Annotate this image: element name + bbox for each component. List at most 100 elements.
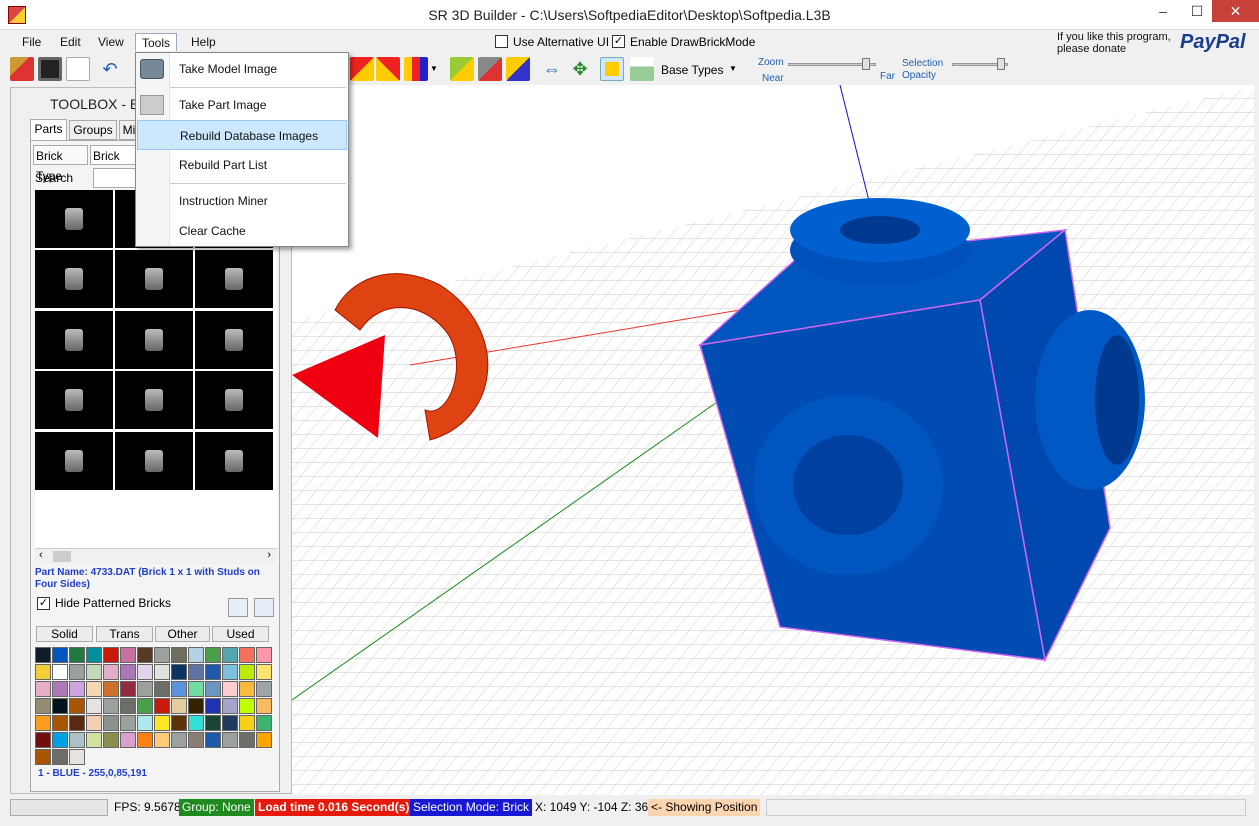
color-tab-solid[interactable]: Solid — [36, 626, 93, 642]
color-swatch[interactable] — [69, 715, 85, 731]
color-swatch[interactable] — [154, 698, 170, 714]
tab-parts[interactable]: Parts — [30, 119, 67, 141]
color-swatch[interactable] — [137, 698, 153, 714]
color-swatch[interactable] — [222, 732, 238, 748]
scroll-right-icon[interactable]: › — [267, 549, 271, 561]
brick-tool-icon-3[interactable] — [404, 57, 428, 81]
paypal-logo[interactable]: PayPal — [1180, 31, 1246, 54]
zoom-slider-thumb[interactable] — [861, 58, 870, 70]
color-swatch[interactable] — [154, 681, 170, 697]
color-swatch[interactable] — [222, 647, 238, 663]
color-tab-trans[interactable]: Trans — [96, 626, 153, 642]
color-swatch[interactable] — [120, 681, 136, 697]
part-thumbnail[interactable] — [35, 310, 113, 369]
brick-type-select[interactable]: Brick — [90, 145, 136, 165]
color-swatch[interactable] — [239, 715, 255, 731]
part-thumbnail[interactable] — [35, 431, 113, 490]
color-swatch[interactable] — [154, 647, 170, 663]
color-swatch[interactable] — [86, 715, 102, 731]
move-all-icon[interactable]: ✥ — [568, 57, 592, 81]
color-swatch[interactable] — [86, 647, 102, 663]
part-thumbnail[interactable] — [35, 250, 113, 309]
color-swatch[interactable] — [69, 698, 85, 714]
color-swatch[interactable] — [137, 664, 153, 680]
part-thumbnail[interactable] — [195, 250, 273, 309]
chevron-down-icon[interactable]: ▼ — [430, 64, 438, 73]
menu-item-clear-cache[interactable]: Clear Cache — [137, 216, 347, 246]
color-swatch[interactable] — [188, 698, 204, 714]
color-swatch[interactable] — [52, 749, 68, 765]
color-swatch[interactable] — [256, 647, 272, 663]
menu-view[interactable]: View — [92, 33, 130, 51]
color-swatch[interactable] — [120, 647, 136, 663]
color-swatch[interactable] — [86, 681, 102, 697]
brick-tool-icon-5[interactable] — [478, 57, 502, 81]
color-swatch[interactable] — [35, 681, 51, 697]
color-swatch[interactable] — [69, 732, 85, 748]
color-swatch[interactable] — [103, 647, 119, 663]
color-swatch[interactable] — [35, 715, 51, 731]
tab-groups[interactable]: Groups — [69, 120, 117, 140]
color-swatch[interactable] — [222, 664, 238, 680]
brick-tool-icon-1[interactable] — [350, 57, 374, 81]
color-tab-used[interactable]: Used — [212, 626, 269, 642]
color-swatch[interactable] — [120, 715, 136, 731]
part-thumbnail[interactable] — [35, 371, 113, 430]
undo-icon[interactable]: ↶ — [98, 57, 122, 81]
menu-file[interactable]: File — [16, 33, 47, 51]
color-swatch[interactable] — [239, 647, 255, 663]
color-swatch[interactable] — [222, 698, 238, 714]
scroll-thumb[interactable] — [53, 551, 71, 562]
menu-tools[interactable]: Tools — [135, 33, 178, 51]
menu-item-rebuild-database-images[interactable]: Rebuild Database Images — [137, 120, 347, 150]
part-thumbnail[interactable] — [195, 431, 273, 490]
color-swatch[interactable] — [35, 647, 51, 663]
color-swatch[interactable] — [86, 664, 102, 680]
color-swatch[interactable] — [35, 749, 51, 765]
color-swatch[interactable] — [222, 715, 238, 731]
color-swatch[interactable] — [52, 681, 68, 697]
color-swatch[interactable] — [171, 732, 187, 748]
thumbnail-scrollbar[interactable]: ‹ › — [35, 548, 277, 564]
color-swatch[interactable] — [188, 715, 204, 731]
list-view-icon[interactable] — [254, 598, 274, 617]
open-brick-icon[interactable] — [10, 57, 34, 81]
color-swatch[interactable] — [239, 732, 255, 748]
save-icon[interactable] — [38, 57, 62, 81]
color-swatch[interactable] — [86, 698, 102, 714]
color-swatch[interactable] — [205, 647, 221, 663]
color-swatch[interactable] — [256, 698, 272, 714]
move-x-icon[interactable]: ⇔ — [540, 57, 564, 81]
base-types-select[interactable]: Base Types — [661, 63, 723, 77]
color-swatch[interactable] — [256, 681, 272, 697]
color-swatch[interactable] — [205, 732, 221, 748]
scroll-left-icon[interactable]: ‹ — [39, 549, 43, 561]
menu-item-rebuild-part-list[interactable]: Rebuild Part List — [137, 150, 347, 180]
color-swatch[interactable] — [86, 732, 102, 748]
color-swatch[interactable] — [120, 732, 136, 748]
color-swatch[interactable] — [69, 647, 85, 663]
viewport-3d[interactable] — [292, 85, 1254, 795]
color-swatch[interactable] — [205, 698, 221, 714]
color-swatch[interactable] — [205, 664, 221, 680]
draw-brick-icon[interactable] — [600, 57, 624, 81]
close-button[interactable]: ✕ — [1212, 0, 1259, 22]
part-thumbnail[interactable] — [115, 310, 193, 369]
base-types-chevron-icon[interactable]: ▼ — [729, 64, 737, 73]
color-swatch[interactable] — [103, 681, 119, 697]
color-swatch[interactable] — [52, 698, 68, 714]
maximize-button[interactable]: ☐ — [1180, 0, 1214, 22]
color-swatch[interactable] — [256, 715, 272, 731]
grid-view-icon[interactable] — [228, 598, 248, 617]
part-thumbnail[interactable] — [195, 371, 273, 430]
color-swatch[interactable] — [69, 749, 85, 765]
color-tab-other[interactable]: Other — [155, 626, 210, 642]
alt-ui-checkbox[interactable] — [495, 35, 508, 48]
color-swatch[interactable] — [171, 664, 187, 680]
color-swatch[interactable] — [205, 681, 221, 697]
color-swatch[interactable] — [120, 698, 136, 714]
color-swatch[interactable] — [103, 715, 119, 731]
minimize-button[interactable]: – — [1146, 0, 1180, 22]
part-thumbnail[interactable] — [35, 190, 113, 248]
color-swatch[interactable] — [103, 698, 119, 714]
